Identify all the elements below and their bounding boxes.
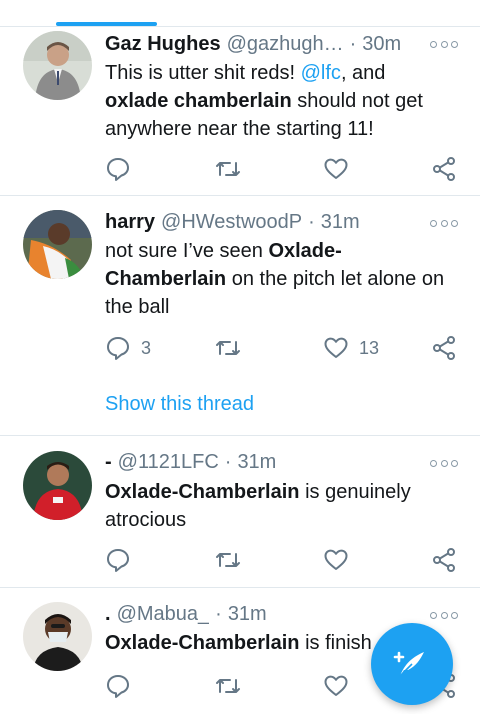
share-icon [433, 548, 455, 572]
reply-icon [107, 549, 129, 572]
avatar-image [23, 210, 92, 279]
author-handle[interactable]: @Mabua_ [117, 601, 210, 627]
author-handle[interactable]: @1121LFC [118, 449, 219, 475]
more-options-icon[interactable] [430, 39, 458, 49]
retweet-button[interactable] [215, 671, 241, 701]
tweet[interactable]: harry @HWestwoodP · 31m not sure I’ve se… [0, 197, 480, 436]
more-options-icon[interactable] [430, 610, 458, 620]
reply-button[interactable] [105, 671, 141, 701]
like-button[interactable]: 13 [323, 333, 379, 363]
retweet-icon [216, 341, 240, 355]
compose-tweet-icon [393, 651, 424, 677]
text-segment: is finish [299, 632, 372, 654]
timestamp[interactable]: 30m [362, 31, 401, 57]
like-icon [324, 675, 348, 696]
reply-icon [107, 337, 129, 360]
separator-dot: · [215, 603, 222, 625]
reply-icon [107, 158, 129, 181]
avatar[interactable] [23, 210, 92, 279]
share-icon [433, 336, 455, 360]
reply-icon [107, 675, 129, 698]
timestamp[interactable]: 31m [228, 601, 267, 627]
reply-count: 3 [141, 337, 152, 358]
reply-button[interactable] [105, 154, 141, 184]
reply-button[interactable]: 3 [105, 333, 151, 363]
avatar-image [23, 602, 92, 671]
compose-tweet-button[interactable] [371, 623, 453, 705]
reply-button[interactable] [105, 545, 141, 575]
like-button[interactable] [323, 545, 359, 575]
text-segment: This is utter shit reds! [105, 62, 301, 84]
tweet-text: not sure I’ve seen Oxlade-Chamberlain on… [105, 237, 450, 321]
retweet-button[interactable] [215, 154, 241, 184]
highlighted-term: oxlade chamberlain [105, 90, 292, 112]
share-button[interactable] [431, 545, 457, 575]
avatar-image [23, 451, 92, 520]
more-options-icon[interactable] [430, 218, 458, 228]
timestamp[interactable]: 31m [321, 209, 360, 235]
show-thread-link[interactable]: Show this thread [105, 391, 254, 417]
separator-dot: · [349, 33, 357, 55]
tweet-text: This is utter shit reds! @lfc, and oxlad… [105, 59, 450, 143]
retweet-icon [216, 553, 240, 567]
author-name[interactable]: . [105, 601, 111, 627]
tweet-text: Oxlade-Chamberlain is genuinely atrociou… [105, 478, 450, 534]
active-tab-indicator [56, 22, 157, 26]
author-name[interactable]: Gaz Hughes [105, 31, 221, 57]
like-button[interactable] [323, 154, 359, 184]
like-icon [324, 549, 348, 570]
avatar[interactable] [23, 31, 92, 100]
separator-dot: · [308, 211, 315, 233]
like-icon [324, 158, 348, 179]
tweet[interactable]: - @1121LFC · 31m Oxlade-Chamberlain is g… [0, 437, 480, 588]
share-button[interactable] [431, 154, 457, 184]
timestamp[interactable]: 31m [237, 449, 276, 475]
like-icon [324, 337, 348, 358]
author-handle[interactable]: @gazhugh… [227, 31, 344, 57]
more-options-icon[interactable] [430, 458, 458, 468]
tweet[interactable]: Gaz Hughes @gazhugh… · 30m This is utter… [0, 27, 480, 196]
highlighted-term: Oxlade-Chamberlain [105, 481, 300, 503]
share-button[interactable] [431, 333, 457, 363]
avatar[interactable] [23, 602, 92, 671]
retweet-icon [216, 679, 240, 693]
share-icon [433, 157, 455, 181]
highlighted-term: Oxlade-Chamberlain [105, 632, 300, 654]
separator-dot: · [224, 451, 232, 473]
like-count: 13 [359, 337, 380, 358]
avatar-image [23, 31, 92, 100]
author-handle[interactable]: @HWestwoodP [161, 209, 302, 235]
avatar[interactable] [23, 451, 92, 520]
retweet-icon [216, 162, 240, 176]
mention-link[interactable]: @lfc [301, 62, 341, 84]
retweet-button[interactable] [215, 545, 241, 575]
author-name[interactable]: - [105, 449, 112, 475]
retweet-button[interactable] [215, 333, 241, 363]
author-name[interactable]: harry [105, 209, 155, 235]
text-segment: not sure I’ve seen [105, 240, 269, 262]
like-button[interactable] [323, 671, 359, 701]
text-segment: , and [340, 62, 386, 84]
